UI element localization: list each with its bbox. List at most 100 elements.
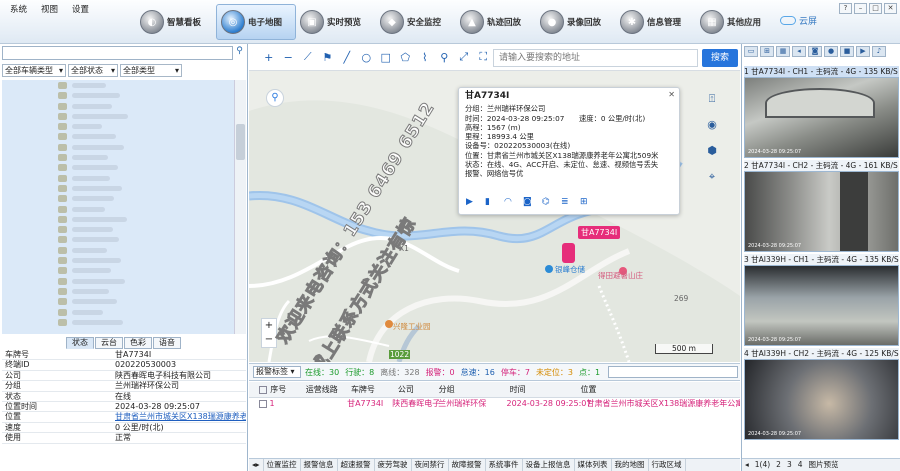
col-group[interactable]: 分组 <box>439 382 510 397</box>
type-select[interactable]: 全部类型 ▾ <box>120 64 182 77</box>
tab-admin-region[interactable]: 行政区域 <box>649 459 686 471</box>
record-icon[interactable]: ● <box>824 46 838 57</box>
play-all-icon[interactable]: ▶ <box>856 46 870 57</box>
col-time[interactable]: 时间 <box>510 382 581 397</box>
address-search-button[interactable]: 搜索 <box>702 49 738 67</box>
tree-item[interactable] <box>2 101 234 111</box>
draw-line-icon[interactable]: ╱ <box>337 51 357 64</box>
tab-dashboard[interactable]: ◐ 智慧看板 <box>136 4 216 40</box>
tree-item[interactable] <box>2 214 234 224</box>
maximize-icon[interactable]: □ <box>869 3 882 14</box>
draw-polygon-icon[interactable]: ⬠ <box>396 51 416 64</box>
alarm-filter-input[interactable] <box>608 366 738 378</box>
stat-online[interactable]: 在线：30 <box>305 367 339 378</box>
tree-item[interactable] <box>2 90 234 100</box>
tab-video-playback[interactable]: ● 录像回放 <box>536 4 616 40</box>
fullscreen-icon[interactable]: ⤢ <box>454 50 474 64</box>
minimize-icon[interactable]: – <box>854 3 867 14</box>
tree-item[interactable] <box>2 224 234 234</box>
tab-night-ban[interactable]: 夜间禁行 <box>412 459 449 471</box>
col-index[interactable]: 序号 <box>270 382 305 397</box>
tab-voice[interactable]: 语音 <box>153 337 181 349</box>
stat-driving[interactable]: 行驶：8 <box>345 367 374 378</box>
track-icon[interactable]: ⌬ <box>542 198 551 207</box>
tab-security-monitor[interactable]: ◆ 安全监控 <box>376 4 456 40</box>
tree-item[interactable] <box>2 111 234 121</box>
vehicle-plate-label[interactable]: 甘A7734I <box>578 226 621 239</box>
stat-unlocated[interactable]: 未定位：3 <box>536 367 573 378</box>
stop-all-icon[interactable]: ■ <box>840 46 854 57</box>
tree-item[interactable] <box>2 245 234 255</box>
layers-icon[interactable]: ⛶ <box>474 50 494 64</box>
document-icon[interactable]: ≣ <box>561 198 570 207</box>
video-channel[interactable]: 1 甘A7734I - CH1 - 主码流 - 4G - 135 KB/S / … <box>744 66 899 158</box>
tree-item[interactable] <box>2 255 234 265</box>
location-link[interactable]: 甘肃省兰州市城关区X138瑞源康养老 <box>115 412 246 421</box>
headset-icon[interactable]: ◠ <box>504 198 513 207</box>
box-3d-icon[interactable]: ⬢ <box>704 144 720 160</box>
tree-item[interactable] <box>2 142 234 152</box>
map-search-icon[interactable]: ⚲ <box>435 51 455 64</box>
tree-item[interactable] <box>2 80 234 90</box>
tab-info-management[interactable]: ✱ 信息管理 <box>616 4 696 40</box>
page-prev[interactable]: ◂ <box>742 459 752 471</box>
tree-item[interactable] <box>2 173 234 183</box>
tree-item[interactable] <box>2 204 234 214</box>
video-channel[interactable]: 3 甘AI339H - CH1 - 主码流 - 4G - 135 KB/S / … <box>744 254 899 346</box>
traffic-light-icon[interactable]: ⍐ <box>704 92 720 108</box>
status-select[interactable]: 全部状态 ▾ <box>68 64 118 77</box>
page-3[interactable]: 3 <box>784 459 795 471</box>
crosshair-icon[interactable]: ⌖ <box>704 170 720 186</box>
vehicle-tree[interactable] <box>2 80 234 334</box>
row-checkbox[interactable] <box>258 399 267 408</box>
volume-icon[interactable]: ♪ <box>872 46 886 57</box>
cloud-screen-button[interactable]: 云屏 <box>780 14 817 27</box>
vehicle-marker[interactable] <box>562 243 575 263</box>
close-icon[interactable]: ✕ <box>884 3 897 14</box>
col-location[interactable]: 位置 <box>580 382 740 397</box>
menu-view[interactable]: 视图 <box>41 3 58 15</box>
vehicle-type-select[interactable]: 全部车辆类型 ▾ <box>2 64 66 77</box>
compass-icon[interactable]: ◉ <box>704 118 720 134</box>
tree-item[interactable] <box>2 131 234 141</box>
zoom-out-icon[interactable]: − <box>279 51 299 64</box>
video-feed[interactable]: 2024-03-28 09:25:07 <box>744 265 899 346</box>
image-preview-tab[interactable]: 图片预览 <box>806 459 842 471</box>
play-video-icon[interactable]: ▶ <box>466 198 475 207</box>
col-route[interactable]: 运营线路 <box>306 382 351 397</box>
tree-item[interactable] <box>2 234 234 244</box>
tree-item[interactable] <box>2 296 234 306</box>
layout-1-icon[interactable]: ▭ <box>744 46 758 57</box>
tree-item[interactable] <box>2 193 234 203</box>
stat-alarm[interactable]: 报警：0 <box>426 367 455 378</box>
zoom-in-icon[interactable]: + <box>259 51 279 64</box>
video-feed[interactable]: 2024-03-28 09:25:07 <box>744 359 899 440</box>
tab-scroll-left[interactable]: ◂▸ <box>249 459 264 471</box>
scroll-thumb[interactable] <box>236 124 245 160</box>
tab-position-monitor[interactable]: 位置监控 <box>264 459 301 471</box>
tab-system-events[interactable]: 系统事件 <box>486 459 523 471</box>
tab-status[interactable]: 状态 <box>66 337 94 349</box>
location-pin-icon[interactable]: ⚲ <box>266 89 284 107</box>
tab-media-list[interactable]: 媒体列表 <box>575 459 612 471</box>
tree-item[interactable] <box>2 265 234 275</box>
vehicle-search-input[interactable] <box>2 46 233 60</box>
video-channel[interactable]: 4 甘AI339H - CH2 - 主码流 - 4G - 125 KB/S / … <box>744 348 899 440</box>
tree-item[interactable] <box>2 183 234 193</box>
snapshot-icon[interactable]: ◙ <box>523 198 532 207</box>
search-icon[interactable]: ⚲ <box>233 46 246 60</box>
close-icon[interactable]: ✕ <box>668 90 675 99</box>
select-all-checkbox[interactable] <box>259 385 268 394</box>
tree-item[interactable] <box>2 121 234 131</box>
tree-item[interactable] <box>2 307 234 317</box>
tree-item[interactable] <box>2 152 234 162</box>
video-channel[interactable]: 2 甘A7734I - CH2 - 主码流 - 4G - 161 KB/S / … <box>744 160 899 252</box>
tree-item[interactable] <box>2 317 234 327</box>
page-2[interactable]: 2 <box>773 459 784 471</box>
tree-item[interactable] <box>2 162 234 172</box>
intercom-icon[interactable]: ▮ <box>485 198 494 207</box>
camera-snap-icon[interactable]: ◙ <box>808 46 822 57</box>
draw-route-icon[interactable]: ⌇ <box>415 51 435 64</box>
table-row[interactable]: 1 甘A7734I 陕西春晖电子 兰州瑞祥环保 2024-03-28 09:25… <box>249 398 740 410</box>
tab-live-preview[interactable]: ▣ 实时预览 <box>296 4 376 40</box>
